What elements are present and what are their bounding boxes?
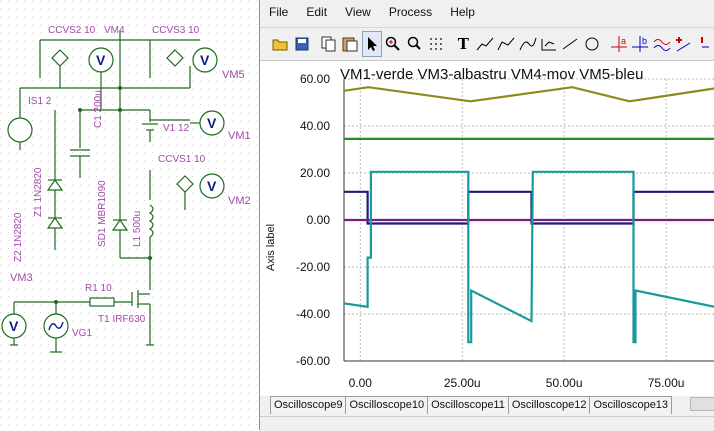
label-c1: C1 200u	[93, 90, 104, 128]
x-tick-label: 75.00u	[648, 376, 685, 390]
cursor-b-icon[interactable]: b	[630, 31, 650, 57]
menu-file[interactable]: File	[260, 0, 297, 24]
vm5-meter-symbol: V	[200, 52, 210, 68]
y-tick-label: -20.00	[296, 260, 330, 274]
x-tick-label: 25.00u	[444, 376, 481, 390]
add-cursor-icon[interactable]	[673, 31, 693, 57]
zoom-icon[interactable]	[383, 31, 403, 57]
tab-oscilloscope12[interactable]: Oscilloscope12	[507, 396, 591, 414]
tab-oscilloscope10[interactable]: Oscilloscope10	[345, 396, 429, 414]
paste-icon[interactable]	[340, 31, 360, 57]
vm4-meter-symbol: V	[96, 52, 106, 68]
menu-help[interactable]: Help	[441, 0, 484, 24]
label-ccvs1: CCVS1 10	[158, 154, 206, 165]
label-vm5: VM5	[222, 69, 245, 81]
polyline-tool-icon[interactable]	[496, 31, 516, 57]
status-bar	[260, 416, 714, 431]
cursor-a-glyph: a	[621, 36, 626, 46]
label-l1: L1 500u	[132, 211, 143, 247]
text-tool-glyph: T	[457, 34, 469, 53]
oscilloscope-window: File Edit View Process Help T a b 60.00 4…	[259, 0, 714, 431]
y-tick-label: 0.00	[307, 213, 331, 227]
x-tick-label: 50.00u	[546, 376, 583, 390]
label-t1: T1 IRF630	[98, 314, 146, 325]
label-is1: IS1 2	[28, 96, 52, 107]
menu-edit[interactable]: Edit	[297, 0, 336, 24]
oscilloscope-chart[interactable]: 60.00 40.00 20.00 0.00 -20.00 -40.00 -60.00 0.0…	[260, 61, 714, 396]
label-sd1: SD1 MBR1090	[97, 180, 108, 247]
schematic-canvas: V V V V V CCVS2 10 VM4 CCVS3 10 VM5 IS1 …	[0, 0, 260, 430]
segment-icon[interactable]	[560, 31, 580, 57]
label-ccvs2: CCVS2 10	[48, 25, 96, 36]
curve-tool-icon[interactable]	[517, 31, 537, 57]
tab-scroll-button[interactable]	[690, 397, 714, 411]
label-z2: Z2 1N2820	[13, 212, 24, 262]
tab-oscilloscope9[interactable]: Oscilloscope9	[270, 396, 347, 414]
more-icon[interactable]	[694, 31, 714, 57]
y-tick-label: 40.00	[300, 119, 330, 133]
copy-icon[interactable]	[319, 31, 339, 57]
toolbar: T a b	[260, 27, 714, 59]
x-tick-label: 0.00	[349, 376, 373, 390]
label-vm4: VM4	[104, 25, 125, 36]
vm1-meter-symbol: V	[207, 115, 217, 131]
bracket-tool-icon[interactable]	[539, 31, 559, 57]
label-vm2: VM2	[228, 195, 251, 207]
label-r1: R1 10	[85, 283, 112, 294]
open-icon[interactable]	[270, 31, 290, 57]
wave-icon[interactable]	[652, 31, 672, 57]
series-line-olive	[343, 86, 714, 103]
label-ccvs3: CCVS3 10	[152, 25, 200, 36]
label-z1: Z1 1N2820	[33, 167, 44, 217]
tab-oscilloscope13[interactable]: Oscilloscope13	[589, 396, 673, 414]
grid-icon[interactable]	[426, 31, 446, 57]
oscilloscope-tabs: Oscilloscope9 Oscilloscope10 Oscilloscop…	[260, 393, 714, 414]
series-line-vm5	[344, 190, 714, 225]
menu-bar: File Edit View Process Help	[260, 0, 714, 24]
tab-oscilloscope11[interactable]: Oscilloscope11	[427, 396, 509, 414]
zoom-window-icon[interactable]	[404, 31, 424, 57]
y-tick-label: -60.00	[296, 354, 330, 368]
menu-view[interactable]: View	[336, 0, 380, 24]
label-vm3: VM3	[10, 272, 33, 284]
text-icon[interactable]: T	[453, 31, 473, 57]
line-tool-icon[interactable]	[475, 31, 495, 57]
vm3-meter-symbol: V	[9, 318, 19, 334]
label-v1: V1 12	[163, 123, 190, 134]
series-line-vm3	[343, 170, 714, 344]
y-tick-label: 20.00	[300, 166, 330, 180]
y-axis-label: Axis label	[265, 223, 277, 271]
plot-area[interactable]: 60.00 40.00 20.00 0.00 -20.00 -40.00 -60.00 0.0…	[260, 60, 714, 396]
y-tick-label: -40.00	[296, 307, 330, 321]
pointer-icon[interactable]	[361, 30, 382, 57]
vm2-meter-symbol: V	[207, 178, 217, 194]
label-vg1: VG1	[72, 328, 92, 339]
menu-process[interactable]: Process	[380, 0, 441, 24]
save-icon[interactable]	[291, 31, 311, 57]
circle-icon[interactable]	[582, 31, 602, 57]
chart-title: VM1-verde VM3-albastru VM4-mov VM5-bleu	[340, 66, 644, 83]
cursor-b-glyph: b	[642, 36, 647, 46]
cursor-a-icon[interactable]: a	[609, 31, 629, 57]
y-tick-label: 60.00	[300, 72, 330, 86]
label-vm1: VM1	[228, 130, 251, 142]
